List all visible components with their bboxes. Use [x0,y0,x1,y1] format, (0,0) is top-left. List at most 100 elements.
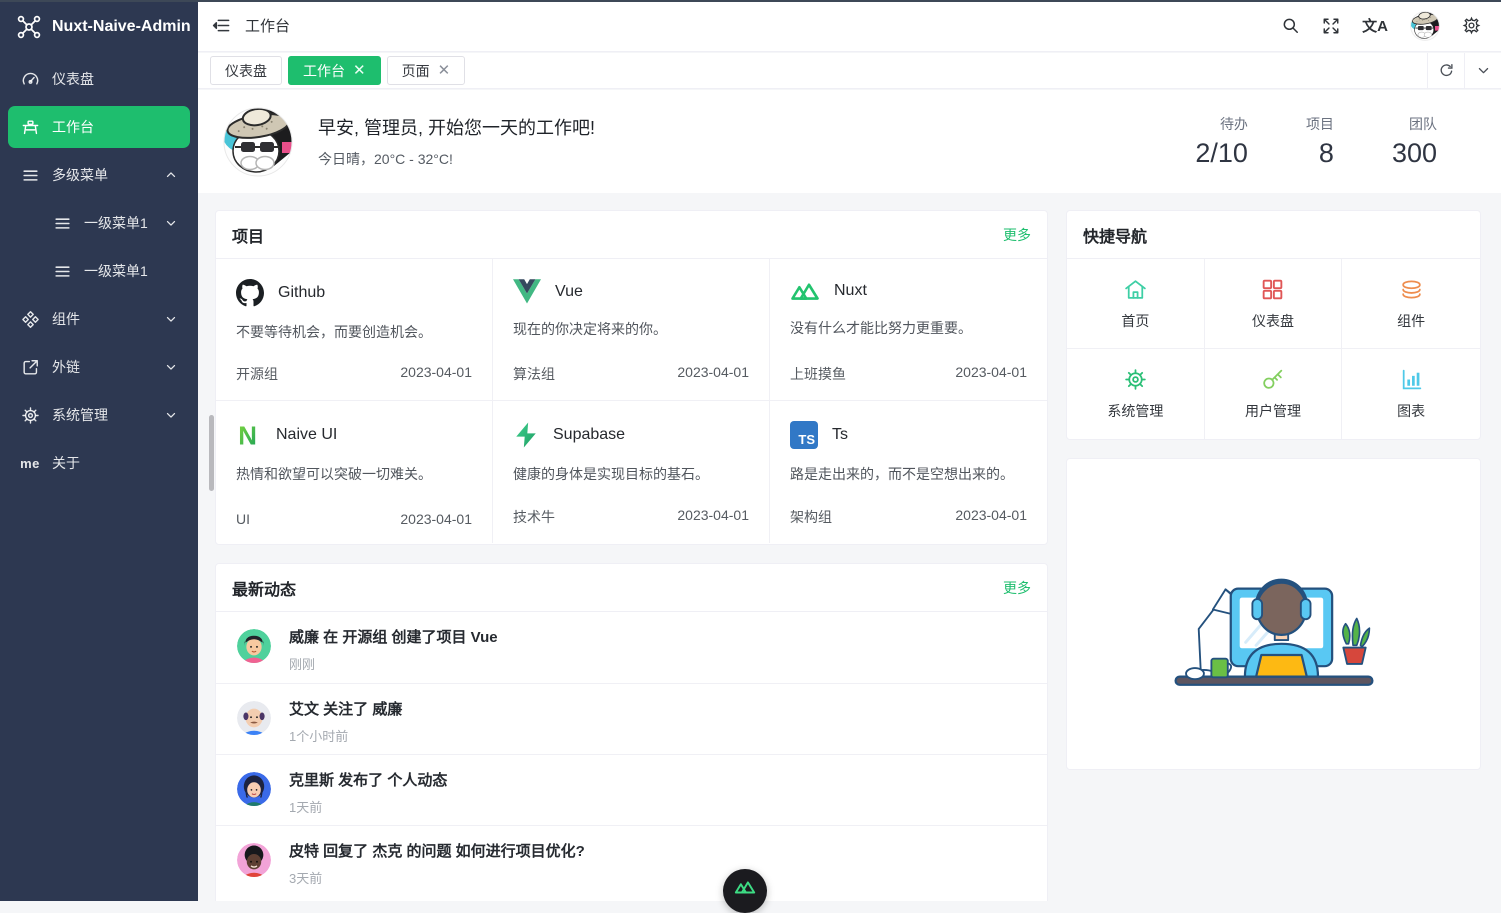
activity-item: 皮特 回复了 杰克 的问题 如何进行项目优化? 3天前 [216,825,1047,896]
tab-bar: 仪表盘 工作台 ✕ 页面 ✕ [198,53,1501,89]
app-logo-row[interactable]: Nuxt-Naive-Admin [0,0,198,54]
nuxt-icon [734,878,756,896]
quicknav-item-system-admin[interactable]: 系统管理 [1067,349,1205,439]
supabase-icon [513,421,539,449]
weather-text: 今日晴，20°C - 32°C! [318,149,595,169]
nuxt-devtools-button[interactable] [723,869,767,913]
project-card-supabase[interactable]: Supabase 健康的身体是实现目标的基石。 技术牛 2023-04-01 [493,401,770,543]
sidebar-item-submenu-1[interactable]: 一级菜单1 [8,202,190,244]
project-group: 技术牛 [513,507,555,527]
project-group: UI [236,511,250,527]
sidebar-item-external-links[interactable]: 外链 [8,346,190,388]
close-icon[interactable]: ✕ [438,63,451,78]
chevron-down-icon [164,312,178,326]
project-card-github[interactable]: Github 不要等待机会，而要创造机会。 开源组 2023-04-01 [216,259,493,401]
tab-dashboard[interactable]: 仪表盘 [210,56,282,85]
vue-icon [513,279,541,304]
activity-time: 3天前 [289,868,585,887]
github-icon [236,279,264,307]
user-avatar[interactable] [1410,11,1440,41]
sidebar-item-label: 一级菜单1 [84,261,148,281]
project-group: 开源组 [236,364,278,384]
activity-time: 1天前 [289,797,447,816]
scrollbar-thumb[interactable] [209,415,214,491]
activity-text: 克里斯 发布了 个人动态 [289,769,447,790]
me-icon: me [20,456,40,471]
activity-text: 威廉 在 开源组 创建了项目 Vue [289,626,498,647]
quicknav-item-dashboard[interactable]: 仪表盘 [1205,259,1343,349]
key-icon [1260,367,1285,392]
project-date: 2023-04-01 [955,507,1027,527]
refresh-icon[interactable] [1427,53,1464,88]
sidebar-item-label: 外链 [52,357,80,377]
sidebar-item-about[interactable]: me 关于 [8,442,190,484]
chevron-down-icon [164,360,178,374]
top-header: 工作台 文A [198,0,1501,52]
project-card-nuxt[interactable]: Nuxt 没有什么才能比努力更重要。 上班摸鱼 2023-04-01 [770,259,1047,401]
components-icon [20,310,40,329]
grid-icon [1260,277,1285,302]
sidebar-item-label: 系统管理 [52,405,108,425]
avatar [237,629,271,663]
project-date: 2023-04-01 [400,364,472,384]
stat-todo: 待办 2/10 [1195,114,1248,169]
sidebar-item-multilevel-menu[interactable]: 多级菜单 [8,154,190,196]
chevron-down-icon [164,216,178,230]
project-group: 架构组 [790,507,832,527]
activity-item: 威廉 在 开源组 创建了项目 Vue 刚刚 [216,612,1047,683]
projects-more-link[interactable]: 更多 [1003,225,1031,245]
project-date: 2023-04-01 [400,511,472,527]
activity-more-link[interactable]: 更多 [1003,578,1031,598]
naiveui-icon: N [236,421,262,449]
sidebar-item-label: 一级菜单1 [84,213,148,233]
sidebar-item-label: 组件 [52,309,80,329]
home-icon [1123,277,1148,302]
close-icon[interactable]: ✕ [353,63,366,78]
avatar [237,843,271,877]
external-link-icon [20,358,40,377]
quicknav-item-home[interactable]: 首页 [1067,259,1205,349]
activity-item: 克里斯 发布了 个人动态 1天前 [216,754,1047,825]
activity-card: 最新动态 更多 威廉 在 开源组 创建了项目 Vue 刚刚 [215,563,1048,901]
activity-item: 艾文 关注了 威廉 1个小时前 [216,683,1047,754]
activity-text: 皮特 回复了 杰克 的问题 如何进行项目优化? [289,840,585,861]
chevron-up-icon [164,168,178,182]
chevron-down-icon[interactable] [1464,53,1501,88]
project-card-vue[interactable]: Vue 现在的你决定将来的你。 算法组 2023-04-01 [493,259,770,401]
typescript-icon: TS [790,421,818,449]
translate-icon[interactable]: 文A [1362,15,1388,36]
quicknav-item-charts[interactable]: 图表 [1342,349,1480,439]
gear-icon [20,406,40,425]
project-group: 上班摸鱼 [790,364,846,384]
project-card-ts[interactable]: TS Ts 路是走出来的，而不是空想出来的。 架构组 2023-04-01 [770,401,1047,543]
activity-time: 刚刚 [289,654,498,673]
sidebar-item-label: 关于 [52,453,80,473]
tab-label: 仪表盘 [225,61,267,81]
menu-lines-icon [52,214,72,233]
breadcrumb[interactable]: 工作台 [245,15,290,36]
tab-page[interactable]: 页面 ✕ [387,56,466,85]
activity-text: 艾文 关注了 威廉 [289,698,402,719]
collapse-sidebar-icon[interactable] [212,16,231,35]
sidebar-item-dashboard[interactable]: 仪表盘 [8,58,190,100]
fullscreen-icon[interactable] [1322,17,1340,35]
tab-workbench[interactable]: 工作台 ✕ [288,56,381,85]
workspace-illustration [1162,532,1386,696]
quicknav-title: 快捷导航 [1083,223,1147,247]
main-content: 项目 更多 Github 不要等待机会，而要创造机会。 开源组 2023-04-… [198,193,1501,901]
quicknav-item-components[interactable]: 组件 [1342,259,1480,349]
menu-lines-icon [52,262,72,281]
tab-label: 工作台 [303,61,345,81]
search-icon[interactable] [1281,16,1300,35]
sidebar-item-system-admin[interactable]: 系统管理 [8,394,190,436]
projects-card: 项目 更多 Github 不要等待机会，而要创造机会。 开源组 2023-04-… [215,210,1048,545]
project-card-naive-ui[interactable]: N Naive UI 热情和欲望可以突破一切难关。 UI 2023-04-01 [216,401,493,543]
sidebar-item-submenu-2[interactable]: 一级菜单1 [8,250,190,292]
quicknav-item-user-admin[interactable]: 用户管理 [1205,349,1343,439]
stat-projects: 项目 8 [1306,114,1334,169]
settings-gear-icon[interactable] [1462,16,1481,35]
sidebar-item-label: 工作台 [52,117,94,137]
sidebar-menu: 仪表盘 工作台 多级菜单 一级菜单1 [0,54,198,494]
sidebar-item-components[interactable]: 组件 [8,298,190,340]
sidebar-item-workbench[interactable]: 工作台 [8,106,190,148]
